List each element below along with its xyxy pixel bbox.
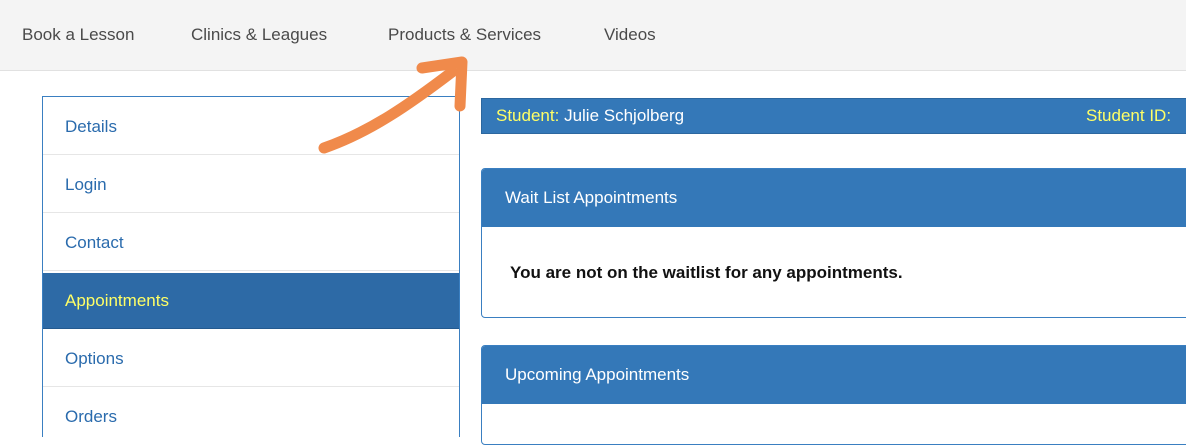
sidebar-item-options[interactable]: Options xyxy=(43,331,459,387)
sidebar-item-orders[interactable]: Orders xyxy=(43,389,459,437)
wait-list-empty-message: You are not on the waitlist for any appo… xyxy=(510,263,903,282)
student-id-label: Student ID: xyxy=(1086,106,1172,125)
nav-clinics-leagues[interactable]: Clinics & Leagues xyxy=(191,25,327,45)
nav-videos[interactable]: Videos xyxy=(604,25,656,45)
sidebar-item-login[interactable]: Login xyxy=(43,157,459,213)
student-name: Julie Schjolberg xyxy=(564,106,685,125)
upcoming-appointments-panel: Upcoming Appointments xyxy=(481,345,1186,445)
nav-book-a-lesson[interactable]: Book a Lesson xyxy=(22,25,134,45)
student-info-bar: Student: Julie Schjolberg Student ID: xyxy=(481,98,1186,134)
nav-products-services[interactable]: Products & Services xyxy=(388,25,541,45)
account-sidebar: Details Login Contact Appointments Optio… xyxy=(42,96,460,437)
student-name-group: Student: Julie Schjolberg xyxy=(496,99,684,133)
wait-list-title: Wait List Appointments xyxy=(482,169,1186,227)
student-label: Student: xyxy=(496,106,560,125)
student-id-group: Student ID: xyxy=(1086,99,1171,133)
wait-list-panel: Wait List Appointments You are not on th… xyxy=(481,168,1186,318)
upcoming-appointments-title: Upcoming Appointments xyxy=(482,346,1186,404)
sidebar-item-appointments[interactable]: Appointments xyxy=(43,273,459,329)
top-navigation: Book a Lesson Clinics & Leagues Products… xyxy=(0,0,1186,71)
sidebar-item-contact[interactable]: Contact xyxy=(43,215,459,271)
sidebar-item-details[interactable]: Details xyxy=(43,99,459,155)
